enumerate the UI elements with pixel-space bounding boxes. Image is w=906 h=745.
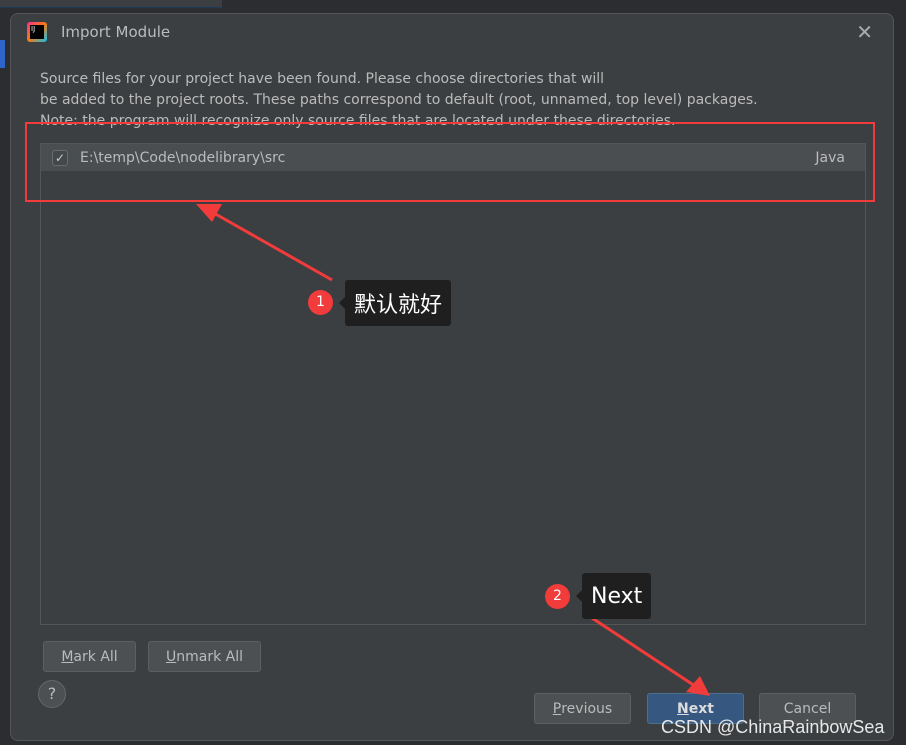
arrow-2 (591, 616, 699, 690)
annotation-callout-2: Next (575, 573, 652, 619)
arrow-1 (211, 210, 333, 282)
arrowhead-1 (196, 204, 222, 222)
annotation-number-2: 2 (545, 584, 570, 609)
annotation-callout-1: 默认就好 (338, 280, 452, 326)
annotation-arrows (196, 204, 710, 696)
annotation-number-1: 1 (308, 290, 333, 315)
arrowhead-2 (686, 676, 710, 696)
watermark: CSDN @ChinaRainbowSea (661, 717, 885, 737)
